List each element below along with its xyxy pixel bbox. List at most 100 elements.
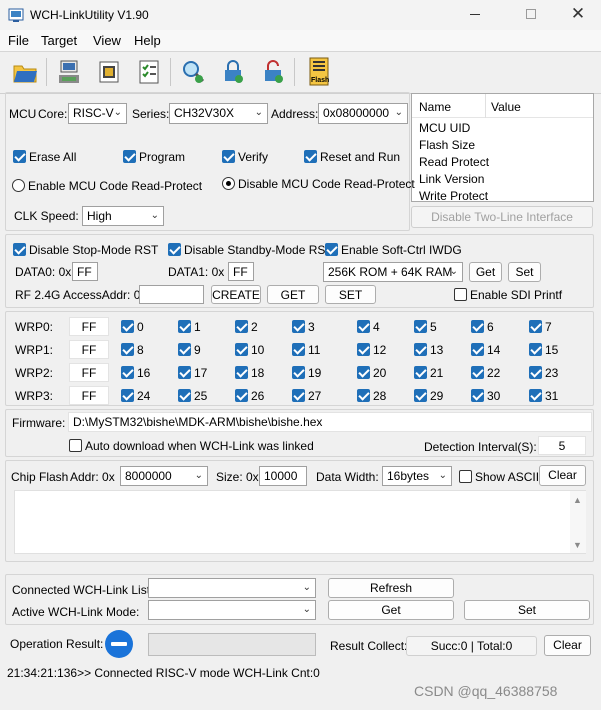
open-file-button[interactable]: [8, 55, 42, 89]
data0-input[interactable]: FF: [72, 262, 98, 281]
refresh-button[interactable]: Refresh: [328, 578, 454, 598]
data1-input[interactable]: FF: [228, 262, 254, 281]
data-width-select[interactable]: 16bytes ⌄: [382, 466, 452, 486]
auto-download-checkbox[interactable]: [69, 439, 82, 452]
wrp-bit-checkbox[interactable]: [292, 320, 305, 333]
series-select[interactable]: CH32V30X ⌄: [169, 103, 268, 124]
link-set-button[interactable]: Set: [464, 600, 590, 620]
wrp-bit-checkbox[interactable]: [471, 389, 484, 402]
wrp-bit-checkbox[interactable]: [178, 343, 191, 356]
sdi-printf-checkbox[interactable]: [454, 288, 467, 301]
detection-interval-input[interactable]: 5: [538, 436, 586, 455]
disable-standby-rst-checkbox[interactable]: [168, 243, 181, 256]
show-ascii-checkbox[interactable]: [459, 470, 472, 483]
rf-create-button[interactable]: CREATE: [211, 285, 261, 304]
flash-clear-button[interactable]: Clear: [539, 465, 586, 486]
wrp-bit-checkbox[interactable]: [178, 320, 191, 333]
wrp-bit-checkbox[interactable]: [414, 320, 427, 333]
wrp-bit-checkbox[interactable]: [529, 320, 542, 333]
minimize-icon[interactable]: [470, 14, 480, 15]
link-get-button[interactable]: Get: [328, 600, 454, 620]
flash-addr-label: Addr: 0x: [70, 470, 115, 484]
protect-button[interactable]: [216, 55, 250, 89]
wrp-bit-checkbox[interactable]: [414, 366, 427, 379]
target-connect-button[interactable]: [52, 55, 86, 89]
enable-readprotect-radio[interactable]: [12, 179, 25, 192]
flash-icon-label: Flash: [311, 77, 330, 84]
wrp-bit-checkbox[interactable]: [414, 343, 427, 356]
wrp-bit-checkbox[interactable]: [357, 320, 370, 333]
scroll-up-icon[interactable]: ▲: [573, 495, 582, 505]
wrp-bit-checkbox[interactable]: [121, 343, 134, 356]
wrp-bit-checkbox[interactable]: [121, 389, 134, 402]
wrp-bit-checkbox[interactable]: [178, 389, 191, 402]
wrp-bit-checkbox[interactable]: [414, 389, 427, 402]
firmware-path-input[interactable]: D:\MySTM32\bishe\MDK-ARM\bishe\bishe.hex: [68, 412, 592, 432]
wrp-bit-checkbox[interactable]: [235, 389, 248, 402]
reset-and-run-checkbox[interactable]: [304, 150, 317, 163]
wrp-bit-checkbox[interactable]: [471, 343, 484, 356]
verify-list-button[interactable]: [132, 55, 166, 89]
scroll-down-icon[interactable]: ▼: [573, 540, 582, 550]
wrp-value-input[interactable]: FF: [69, 317, 109, 336]
info-row-read-protect: Read Protect: [419, 155, 490, 169]
flash-content-area[interactable]: [14, 490, 586, 554]
query-button[interactable]: [176, 55, 210, 89]
wrp-bit-checkbox[interactable]: [292, 366, 305, 379]
disable-readprotect-radio[interactable]: [222, 177, 235, 190]
connected-link-select[interactable]: ⌄: [148, 578, 316, 598]
maximize-icon[interactable]: [526, 9, 536, 19]
wrp-bit-checkbox[interactable]: [529, 343, 542, 356]
wrp-value-input[interactable]: FF: [69, 363, 109, 382]
active-link-mode-select[interactable]: ⌄: [148, 600, 316, 620]
result-clear-button[interactable]: Clear: [544, 635, 591, 656]
unprotect-button[interactable]: [256, 55, 290, 89]
wrp-value-input[interactable]: FF: [69, 386, 109, 405]
col-value-header[interactable]: Value: [491, 100, 521, 114]
wrp-bit-checkbox[interactable]: [357, 343, 370, 356]
enable-soft-iwdg-checkbox[interactable]: [325, 243, 338, 256]
rom-get-button[interactable]: Get: [469, 262, 502, 282]
wrp-bit-checkbox[interactable]: [529, 366, 542, 379]
wrp-bit-checkbox[interactable]: [357, 389, 370, 402]
read-chip-button[interactable]: [92, 55, 126, 89]
wrp-bit-checkbox[interactable]: [121, 320, 134, 333]
operation-status-icon: [105, 630, 133, 658]
disable-two-line-button[interactable]: Disable Two-Line Interface: [411, 206, 593, 228]
wrp-bit-checkbox[interactable]: [235, 343, 248, 356]
wrp-bit-checkbox[interactable]: [357, 366, 370, 379]
wrp-bit-checkbox[interactable]: [235, 320, 248, 333]
flash-addr-select[interactable]: 8000000 ⌄: [120, 466, 208, 486]
col-name-header[interactable]: Name: [419, 100, 451, 114]
close-icon[interactable]: ✕: [568, 4, 588, 24]
clk-speed-select[interactable]: High ⌄: [82, 206, 164, 226]
rf-access-label: RF 2.4G AccessAddr: 0x: [15, 288, 147, 302]
rf-get-button[interactable]: GET: [267, 285, 319, 304]
menu-file[interactable]: File: [8, 34, 29, 48]
wrp-bit-checkbox[interactable]: [471, 366, 484, 379]
wrp-bit-checkbox[interactable]: [178, 366, 191, 379]
wrp-value-input[interactable]: FF: [69, 340, 109, 359]
wrp-bit-checkbox[interactable]: [529, 389, 542, 402]
menu-target[interactable]: Target: [41, 34, 77, 48]
wrp-bit-checkbox[interactable]: [121, 366, 134, 379]
rf-access-input[interactable]: [139, 285, 204, 304]
rom-set-button[interactable]: Set: [508, 262, 541, 282]
program-checkbox[interactable]: [123, 150, 136, 163]
menu-view[interactable]: View: [93, 34, 121, 48]
wrp-bit-checkbox[interactable]: [292, 343, 305, 356]
wrp-bit-checkbox[interactable]: [292, 389, 305, 402]
verify-checkbox[interactable]: [222, 150, 235, 163]
flash-size-input[interactable]: 10000: [259, 466, 307, 486]
menu-help[interactable]: Help: [134, 34, 161, 48]
core-select[interactable]: RISC-V ⌄: [68, 103, 127, 124]
disable-stop-rst-checkbox[interactable]: [13, 243, 26, 256]
flash-button[interactable]: Flash: [302, 55, 336, 89]
flash-content-scrollbar[interactable]: ▲ ▼: [570, 491, 586, 553]
erase-all-checkbox[interactable]: [13, 150, 26, 163]
wrp-bit-checkbox[interactable]: [235, 366, 248, 379]
wrp-bit-checkbox[interactable]: [471, 320, 484, 333]
address-select[interactable]: 0x08000000 ⌄: [318, 103, 408, 124]
rf-set-button[interactable]: SET: [325, 285, 376, 304]
rom-ram-select[interactable]: 256K ROM + 64K RAM ⌄: [323, 262, 463, 282]
